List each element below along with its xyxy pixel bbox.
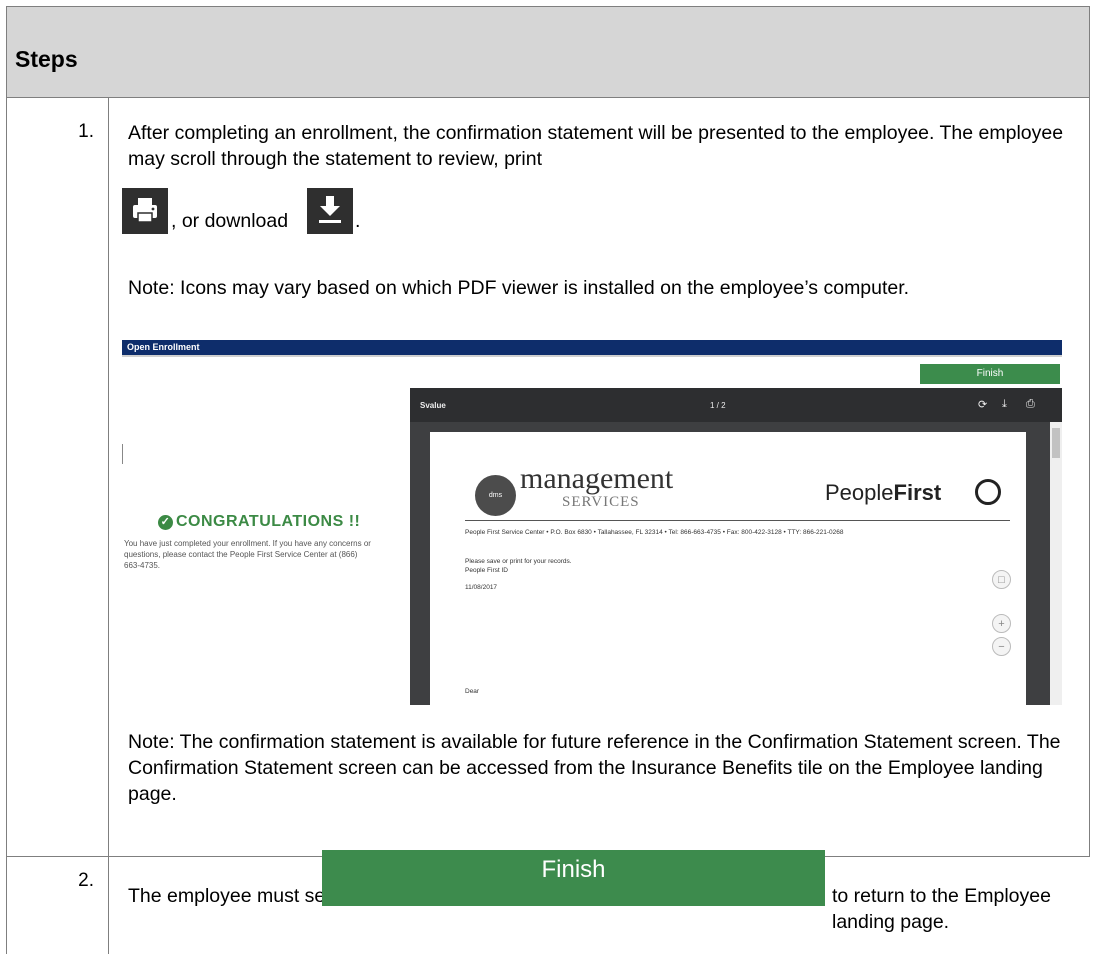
open-enrollment-bar: Open Enrollment <box>122 340 1062 357</box>
table-border-left <box>6 97 7 954</box>
steps-header: Steps <box>6 6 1090 98</box>
print-icon <box>122 188 168 234</box>
check-circle-icon: ✓ <box>158 515 173 530</box>
pdf-viewer: Svalue 1 / 2 ⟳ ⤓ ⎙ dms management SERVIC… <box>410 388 1062 705</box>
pdf-address: People First Service Center • P.O. Box 6… <box>465 529 844 536</box>
people-first-mark-icon <box>975 479 1001 505</box>
pdf-date: 11/08/2017 <box>465 584 498 591</box>
finish-button: Finish <box>322 850 825 906</box>
pdf-print-icon: ⎙ <box>1026 398 1035 410</box>
download-icon <box>307 188 353 234</box>
zoom-out-icon: − <box>992 637 1011 656</box>
step-1-intro: After completing an enrollment, the conf… <box>128 122 1064 170</box>
step-1-number: 1. <box>78 121 94 142</box>
logo-services: SERVICES <box>562 494 640 510</box>
pdf-save-line: Please save or print for your records. <box>465 558 572 565</box>
pdf-download-icon: ⤓ <box>1002 398 1007 410</box>
people-first-logo: PeopleFirst <box>825 480 941 506</box>
logo-first: First <box>893 480 942 505</box>
fit-page-icon: □ <box>992 570 1011 589</box>
enrollment-screenshot: Open Enrollment Finish ✓ CONGRATULATIONS … <box>122 340 1062 705</box>
step-1-note-icons: Note: Icons may vary based on which PDF … <box>128 277 910 299</box>
pdf-toolbar: Svalue 1 / 2 ⟳ ⤓ ⎙ <box>410 388 1062 422</box>
logo-people: People <box>825 480 894 505</box>
column-divider <box>108 97 109 954</box>
dms-seal-icon: dms <box>475 475 516 516</box>
step-1-note-confirmation: Note: The confirmation statement is avai… <box>128 731 1061 805</box>
congratulations-text: CONGRATULATIONS !! <box>176 513 361 530</box>
step-2-number: 2. <box>78 870 94 891</box>
pdf-header-rule <box>465 520 1010 521</box>
pdf-scroll-thumb <box>1052 428 1060 458</box>
pdf-page: dms management SERVICES PeopleFirst Peop… <box>430 432 1026 705</box>
step-2-text-after: to return to the Employee landing page. <box>832 885 1051 933</box>
pdf-scrollbar <box>1050 422 1062 705</box>
screenshot-finish-button: Finish <box>920 364 1060 384</box>
pdf-dear: Dear <box>465 688 480 695</box>
step-1-or-download: , or download <box>171 210 289 232</box>
pdf-file-name: Svalue <box>420 401 446 410</box>
step-1-period: . <box>355 210 361 232</box>
screenshot-divider <box>122 444 123 464</box>
table-border-right <box>1089 97 1090 857</box>
completion-message: You have just completed your enrollment.… <box>124 539 371 570</box>
pdf-id-line: People First ID <box>465 567 508 574</box>
zoom-in-icon: + <box>992 614 1011 633</box>
steps-title: Steps <box>15 46 78 72</box>
rotate-icon: ⟳ <box>978 399 988 411</box>
pdf-page-indicator: 1 / 2 <box>710 401 726 410</box>
congratulations-heading: ✓ CONGRATULATIONS !! <box>158 513 360 531</box>
logo-management: management <box>520 462 674 495</box>
